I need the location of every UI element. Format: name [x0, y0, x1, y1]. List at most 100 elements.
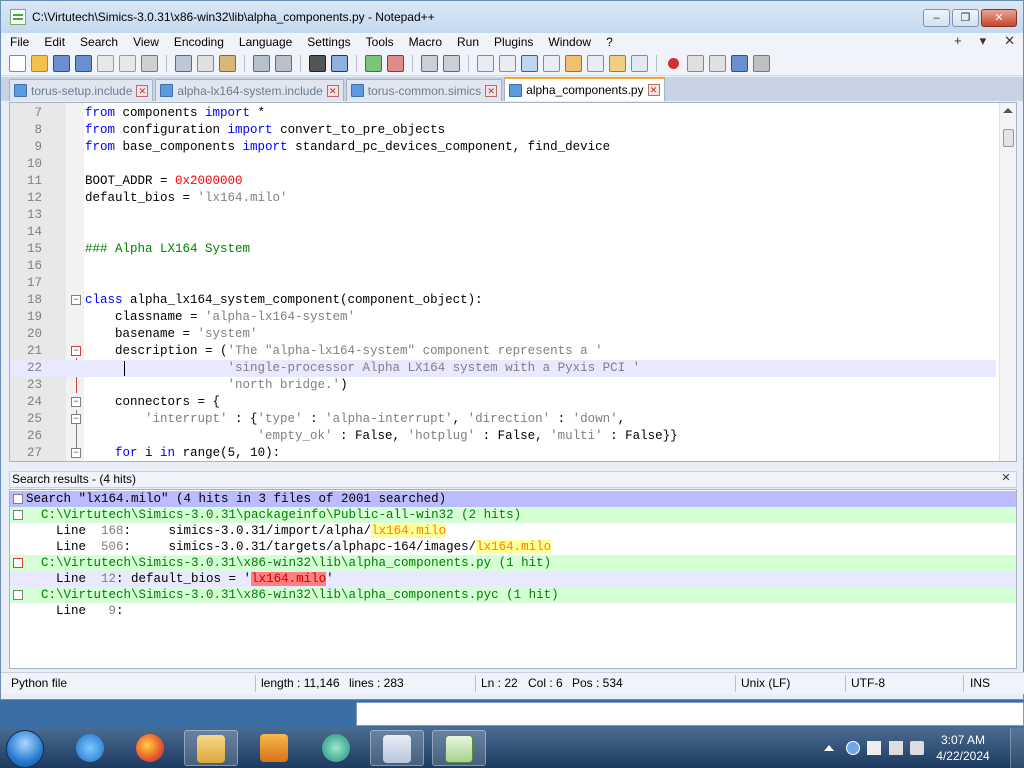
- play-macro-icon[interactable]: [709, 54, 726, 72]
- scroll-up-icon[interactable]: [1003, 108, 1013, 113]
- code-line[interactable]: 19 classname = 'alpha-lx164-system': [10, 309, 996, 326]
- fold-toggle-icon[interactable]: −: [71, 448, 81, 458]
- taskbar-app-teal[interactable]: [310, 730, 364, 766]
- scroll-thumb[interactable]: [1003, 129, 1014, 147]
- close-icon[interactable]: ✕: [647, 84, 660, 96]
- stop-macro-icon[interactable]: [687, 54, 704, 72]
- search-file-row[interactable]: C:\Virtutech\Simics-3.0.31\x86-win32\lib…: [10, 587, 1016, 603]
- fold-toggle-icon[interactable]: −: [71, 414, 81, 424]
- menu-view[interactable]: View: [124, 35, 165, 49]
- search-hit-row[interactable]: Line 9:: [10, 603, 1016, 619]
- search-results-panel[interactable]: Search "lx164.milo" (4 hits in 3 files o…: [9, 489, 1017, 669]
- close-all-icon[interactable]: [119, 54, 136, 72]
- user-language-icon[interactable]: [543, 54, 560, 72]
- flag-icon[interactable]: [867, 741, 881, 755]
- maximize-button[interactable]: ❐: [952, 9, 979, 27]
- new-file-icon[interactable]: [9, 54, 26, 72]
- menu-tools[interactable]: Tools: [357, 35, 400, 49]
- save-macro-icon[interactable]: [753, 54, 770, 72]
- minimize-button[interactable]: –: [923, 9, 950, 27]
- code-line[interactable]: 27 − for i in range(5, 10):: [10, 445, 996, 461]
- search-file-row[interactable]: C:\Virtutech\Simics-3.0.31\x86-win32\lib…: [10, 555, 1016, 571]
- show-hidden-icons-icon[interactable]: [824, 745, 834, 751]
- code-line[interactable]: 10: [10, 156, 996, 173]
- close-button[interactable]: ✕: [981, 9, 1017, 27]
- menu-settings[interactable]: Settings: [298, 35, 356, 49]
- search-hit-row[interactable]: Line 506: simics-3.0.31/targets/alphapc-…: [10, 539, 1016, 555]
- menu-edit[interactable]: Edit: [35, 35, 71, 49]
- undo-icon[interactable]: [253, 54, 270, 72]
- record-macro-icon[interactable]: [665, 54, 682, 72]
- menu-plugins[interactable]: Plugins: [485, 35, 539, 49]
- tab-list-button[interactable]: ▾: [980, 33, 987, 49]
- monitoring-icon[interactable]: [631, 54, 648, 72]
- search-hit-row[interactable]: Line 168: simics-3.0.31/import/alpha/lx1…: [10, 523, 1016, 539]
- replace-icon[interactable]: [331, 54, 348, 72]
- redo-icon[interactable]: [275, 54, 292, 72]
- code-line[interactable]: 8 from configuration import convert_to_pr…: [10, 122, 996, 139]
- fold-toggle-icon[interactable]: [13, 590, 23, 600]
- close-file-icon[interactable]: [97, 54, 114, 72]
- volume-icon[interactable]: [910, 741, 924, 755]
- code-line[interactable]: 22 'single-processor Alpha LX164 system …: [10, 360, 996, 377]
- editor-vertical-scrollbar[interactable]: [999, 103, 1016, 461]
- menu-macro[interactable]: Macro: [400, 35, 448, 49]
- paste-icon[interactable]: [219, 54, 236, 72]
- monitor-icon[interactable]: [889, 741, 903, 755]
- fold-toggle-icon[interactable]: −: [71, 295, 81, 305]
- code-line[interactable]: 20 basename = 'system': [10, 326, 996, 343]
- close-icon[interactable]: ✕: [485, 84, 498, 97]
- tab-torus-setup-include[interactable]: torus-setup.include ✕: [9, 79, 154, 101]
- taskbar-app-vista[interactable]: [370, 730, 424, 766]
- fold-toggle-icon[interactable]: −: [71, 397, 81, 407]
- fold-toggle-icon[interactable]: −: [71, 346, 81, 356]
- code-line[interactable]: 25 − 'interrupt' : {'type' : 'alpha-inter…: [10, 411, 996, 428]
- tab-alpha-components-py[interactable]: alpha_components.py ✕: [504, 77, 665, 101]
- menu-window[interactable]: Window: [539, 35, 597, 49]
- fold-toggle-icon[interactable]: [13, 510, 23, 520]
- run-macro-multiple-icon[interactable]: [731, 54, 748, 72]
- menu-encoding[interactable]: Encoding: [165, 35, 230, 49]
- network-globe-icon[interactable]: [846, 741, 860, 755]
- code-line[interactable]: 26 'empty_ok' : False, 'hotplug' : False…: [10, 428, 996, 445]
- code-editor[interactable]: 7 from components import * 8 from configura…: [9, 102, 1017, 462]
- save-all-icon[interactable]: [75, 54, 92, 72]
- word-wrap-icon[interactable]: [477, 54, 494, 72]
- menu-run[interactable]: Run: [448, 35, 485, 49]
- clock[interactable]: 3:07 AM 4/22/2024: [928, 732, 998, 764]
- folder-workspace-icon[interactable]: [609, 54, 626, 72]
- code-line[interactable]: 15 ### Alpha LX164 System: [10, 241, 996, 258]
- code-line[interactable]: 16: [10, 258, 996, 275]
- code-line[interactable]: 23 'north bridge.'): [10, 377, 996, 394]
- new-tab-button[interactable]: +: [954, 33, 962, 49]
- close-icon[interactable]: ✕: [1000, 473, 1012, 485]
- taskbar-notepadpp[interactable]: [432, 730, 486, 766]
- search-summary-row[interactable]: Search "lx164.milo" (4 hits in 3 files o…: [10, 491, 1016, 507]
- copy-icon[interactable]: [197, 54, 214, 72]
- function-list-icon[interactable]: [587, 54, 604, 72]
- start-button[interactable]: [6, 730, 44, 768]
- menu-help[interactable]: ?: [597, 35, 619, 49]
- doc-map-icon[interactable]: [565, 54, 582, 72]
- taskbar-firefox[interactable]: [124, 730, 178, 766]
- fold-toggle-icon[interactable]: [13, 558, 23, 568]
- tab-torus-common-simics[interactable]: torus-common.simics ✕: [345, 79, 503, 101]
- close-icon[interactable]: ✕: [136, 84, 149, 97]
- sync-vertical-icon[interactable]: [421, 54, 438, 72]
- zoom-in-icon[interactable]: [365, 54, 382, 72]
- menu-file[interactable]: File: [1, 35, 35, 49]
- search-file-row[interactable]: C:\Virtutech\Simics-3.0.31\packageinfo\P…: [10, 507, 1016, 523]
- indent-guide-icon[interactable]: [521, 54, 538, 72]
- cut-icon[interactable]: [175, 54, 192, 72]
- code-line[interactable]: 12 default_bios = 'lx164.milo': [10, 190, 996, 207]
- code-line[interactable]: 21 − description = ('The "alpha-lx164-sys…: [10, 343, 996, 360]
- taskbar-file-explorer[interactable]: [184, 730, 238, 766]
- zoom-out-icon[interactable]: [387, 54, 404, 72]
- code-line[interactable]: 18 − class alpha_lx164_system_component(co…: [10, 292, 996, 309]
- open-file-icon[interactable]: [31, 54, 48, 72]
- taskbar-internet-explorer[interactable]: [64, 730, 118, 766]
- code-line[interactable]: 9 from base_components import standard_pc…: [10, 139, 996, 156]
- menu-language[interactable]: Language: [230, 35, 298, 49]
- title-bar[interactable]: C:\Virtutech\Simics-3.0.31\x86-win32\lib…: [1, 1, 1023, 33]
- print-icon[interactable]: [141, 54, 158, 72]
